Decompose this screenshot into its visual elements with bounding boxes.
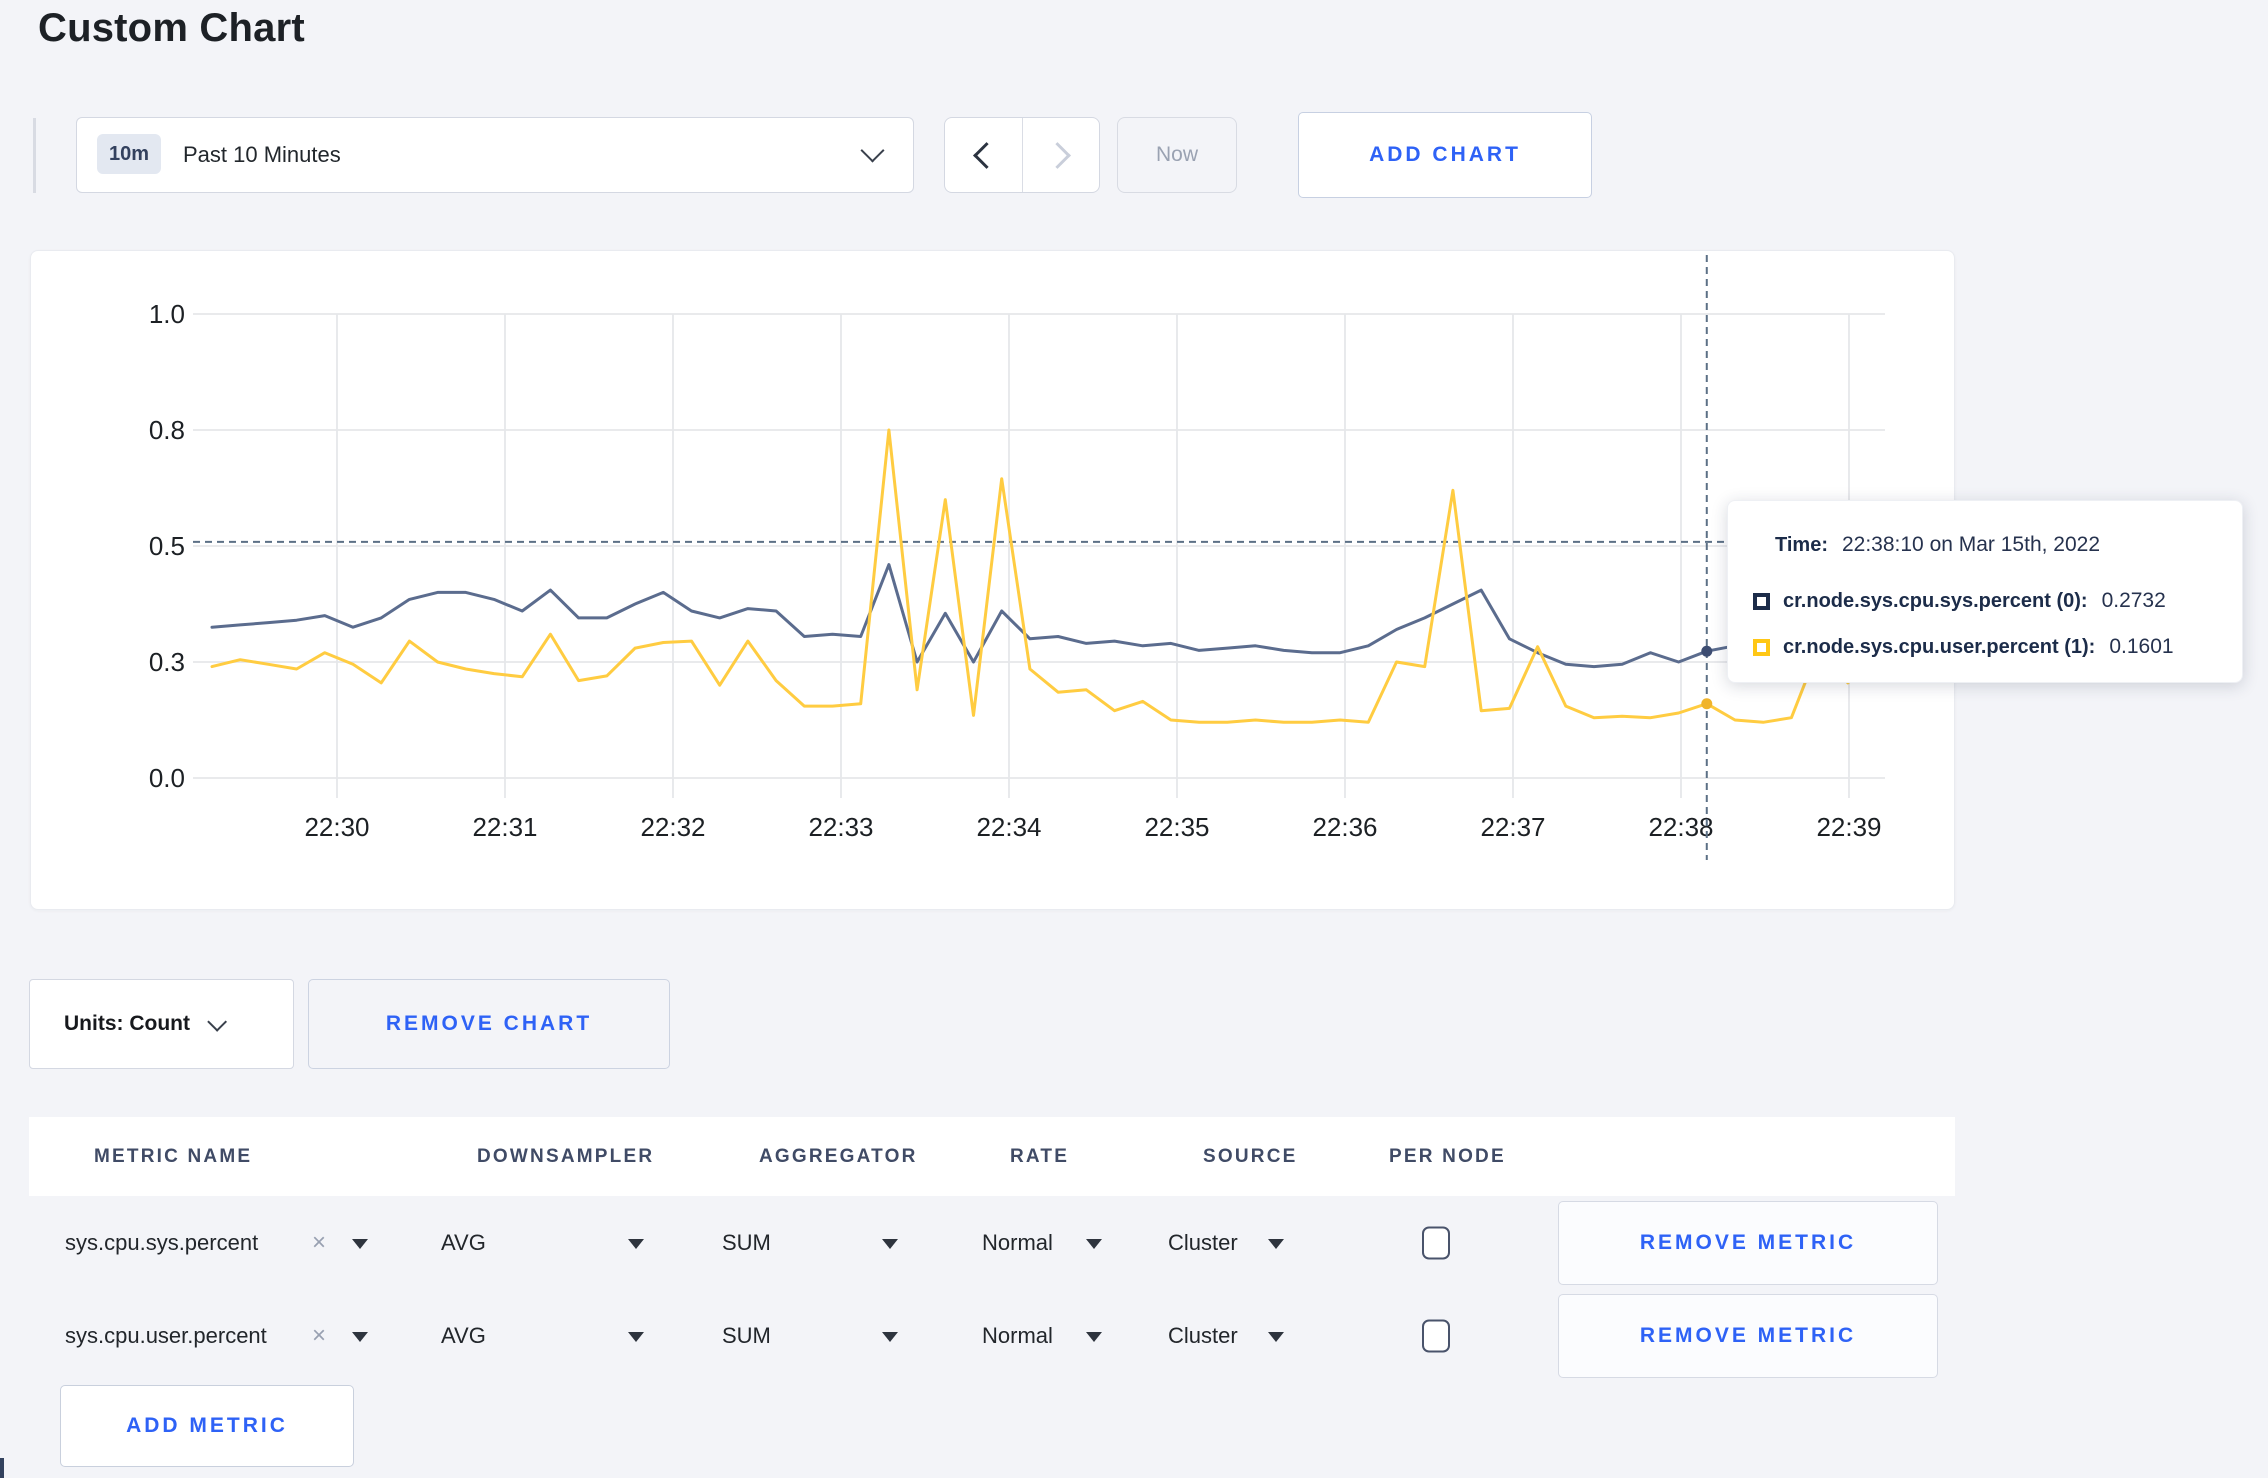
source-select[interactable]: Cluster xyxy=(1168,1323,1238,1349)
next-time-button[interactable] xyxy=(1023,118,1100,192)
rate-select[interactable]: Normal xyxy=(982,1230,1053,1256)
svg-text:0.3: 0.3 xyxy=(149,647,185,677)
remove-metric-button[interactable]: REMOVE METRIC xyxy=(1558,1200,1938,1285)
column-header-downsampler: DOWNSAMPLER xyxy=(477,1145,655,1167)
tooltip-time-value: 22:38:10 on Mar 15th, 2022 xyxy=(1841,533,2101,556)
column-header-per-node: PER NODE xyxy=(1389,1145,1506,1167)
svg-text:1.0: 1.0 xyxy=(149,299,185,329)
time-range-badge: 10m xyxy=(97,134,161,174)
per-node-checkbox[interactable] xyxy=(1422,1319,1450,1352)
aggregator-select[interactable]: SUM xyxy=(722,1230,771,1256)
svg-text:22:30: 22:30 xyxy=(304,812,369,842)
units-label: Units: Count xyxy=(64,1012,190,1035)
svg-text:22:35: 22:35 xyxy=(1144,812,1209,842)
tooltip-user-name: cr.node.sys.cpu.user.percent (1): xyxy=(1783,635,2096,658)
chart-tooltip: Time: 22:38:10 on Mar 15th, 2022 cr.node… xyxy=(1727,500,2243,683)
aggregator-select[interactable]: SUM xyxy=(722,1323,771,1349)
svg-text:22:39: 22:39 xyxy=(1816,812,1881,842)
svg-text:0.0: 0.0 xyxy=(149,763,185,793)
svg-text:22:36: 22:36 xyxy=(1312,812,1377,842)
svg-text:0.8: 0.8 xyxy=(149,415,185,445)
per-node-checkbox[interactable] xyxy=(1422,1226,1450,1259)
source-caret-icon[interactable] xyxy=(1268,1331,1284,1342)
prev-time-button[interactable] xyxy=(945,118,1023,192)
metric-dropdown-caret-icon[interactable] xyxy=(352,1331,368,1342)
chevron-down-icon xyxy=(860,138,885,163)
remove-chart-button[interactable]: REMOVE CHART xyxy=(308,979,670,1069)
tooltip-time-label: Time: xyxy=(1775,533,1828,556)
chevron-right-icon xyxy=(1044,141,1072,169)
toolbar-divider xyxy=(33,118,36,193)
downsampler-caret-icon[interactable] xyxy=(628,1331,644,1342)
now-button[interactable]: Now xyxy=(1117,117,1237,193)
source-caret-icon[interactable] xyxy=(1268,1238,1284,1249)
chevron-down-icon xyxy=(207,1011,228,1032)
metric-name-value[interactable]: sys.cpu.sys.percent xyxy=(65,1230,258,1256)
chevron-left-icon xyxy=(972,141,1000,169)
add-metric-button[interactable]: ADD METRIC xyxy=(60,1385,354,1467)
rate-caret-icon[interactable] xyxy=(1086,1331,1102,1342)
add-chart-button[interactable]: ADD CHART xyxy=(1298,112,1592,198)
units-select[interactable]: Units: Count xyxy=(29,979,294,1069)
tooltip-user-value: 0.1601 xyxy=(2109,635,2174,658)
series-sys-swatch-icon xyxy=(1753,592,1770,610)
svg-text:22:34: 22:34 xyxy=(976,812,1041,842)
cpu-usage-chart[interactable]: 1.0 0.8 0.5 0.3 0.0 22:30 22:31 22:32 22:33 22:34… xyxy=(30,250,1955,910)
metric-dropdown-caret-icon[interactable] xyxy=(352,1238,368,1249)
downsampler-caret-icon[interactable] xyxy=(628,1238,644,1249)
svg-text:22:31: 22:31 xyxy=(472,812,537,842)
downsampler-select[interactable]: AVG xyxy=(441,1230,486,1256)
tooltip-sys-value: 0.2732 xyxy=(2101,589,2166,612)
source-select[interactable]: Cluster xyxy=(1168,1230,1238,1256)
rate-caret-icon[interactable] xyxy=(1086,1238,1102,1249)
svg-text:22:37: 22:37 xyxy=(1480,812,1545,842)
clear-metric-icon[interactable]: × xyxy=(312,1229,326,1257)
aggregator-caret-icon[interactable] xyxy=(882,1331,898,1342)
column-header-metric-name: METRIC NAME xyxy=(94,1145,253,1167)
svg-text:0.5: 0.5 xyxy=(149,531,185,561)
remove-metric-button[interactable]: REMOVE METRIC xyxy=(1558,1293,1938,1378)
metrics-table-header: METRIC NAME DOWNSAMPLER AGGREGATOR RATE … xyxy=(29,1117,1955,1196)
time-range-select[interactable]: 10m Past 10 Minutes xyxy=(76,117,914,193)
series-user-swatch-icon xyxy=(1753,638,1770,656)
svg-text:22:32: 22:32 xyxy=(640,812,705,842)
column-header-source: SOURCE xyxy=(1203,1145,1298,1167)
svg-text:22:33: 22:33 xyxy=(808,812,873,842)
svg-text:22:38: 22:38 xyxy=(1648,812,1713,842)
column-header-aggregator: AGGREGATOR xyxy=(759,1145,918,1167)
tooltip-sys-name: cr.node.sys.cpu.sys.percent (0): xyxy=(1783,589,2088,612)
column-header-rate: RATE xyxy=(1010,1145,1070,1167)
time-range-label: Past 10 Minutes xyxy=(183,142,341,167)
page-title: Custom Chart xyxy=(38,6,305,50)
clear-metric-icon[interactable]: × xyxy=(312,1322,326,1350)
aggregator-caret-icon[interactable] xyxy=(882,1238,898,1249)
rate-select[interactable]: Normal xyxy=(982,1323,1053,1349)
downsampler-select[interactable]: AVG xyxy=(441,1323,486,1349)
metric-name-value[interactable]: sys.cpu.user.percent xyxy=(65,1323,267,1349)
table-row: sys.cpu.user.percent × AVG SUM Normal Cl… xyxy=(29,1289,1955,1382)
table-row: sys.cpu.sys.percent × AVG SUM Normal Clu… xyxy=(29,1196,1955,1289)
window-edge-artifact xyxy=(0,1458,4,1478)
time-pager xyxy=(944,117,1100,193)
